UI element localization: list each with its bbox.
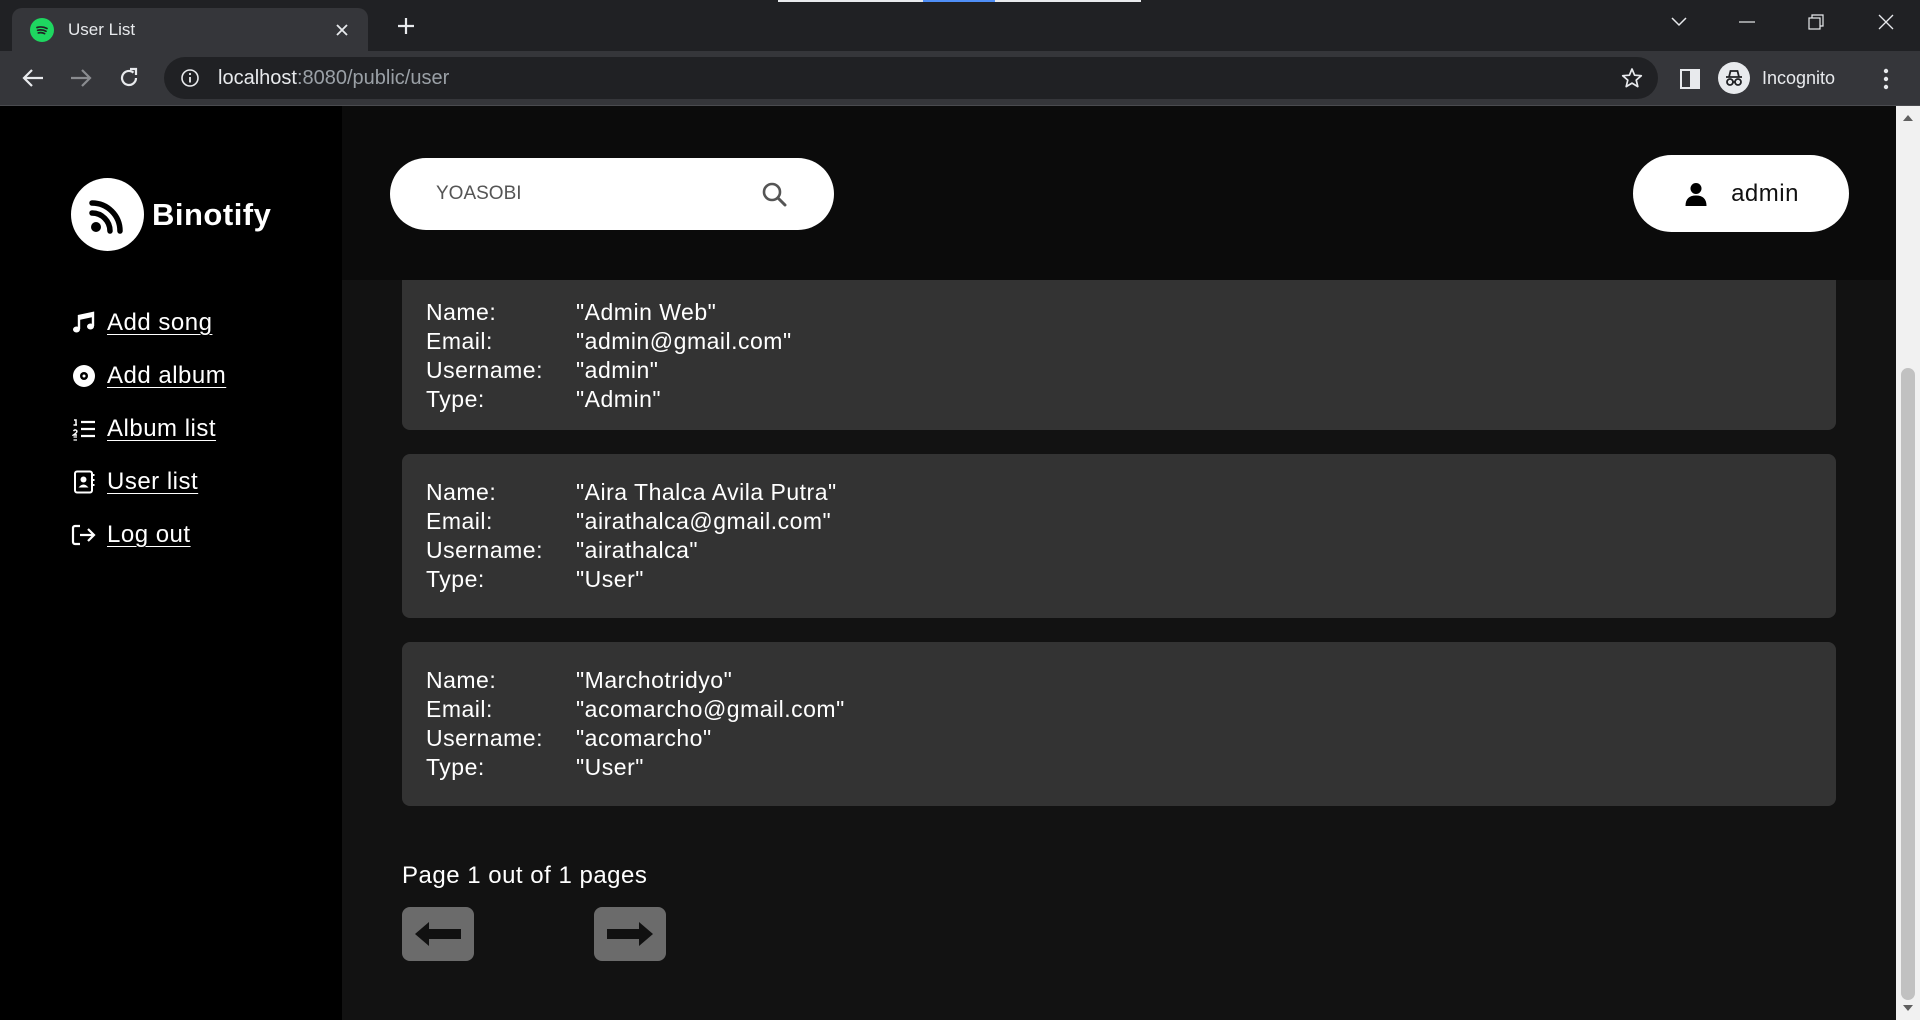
url-path: :8080/public/user bbox=[296, 66, 450, 89]
user-field-type: Type: "Admin" bbox=[426, 386, 662, 412]
user-field-type: Type: "User" bbox=[426, 754, 644, 780]
user-type: "User" bbox=[576, 754, 644, 780]
side-panel-icon[interactable] bbox=[1676, 65, 1704, 93]
user-type: "User" bbox=[576, 566, 644, 592]
minimize-icon[interactable] bbox=[1718, 0, 1776, 44]
address-bar[interactable]: localhost:8080/public/user bbox=[164, 57, 1658, 99]
close-window-icon[interactable] bbox=[1857, 0, 1915, 44]
restore-icon[interactable] bbox=[1787, 0, 1845, 44]
sidebar-item-album-list[interactable]: Album list bbox=[71, 402, 226, 455]
tab-search-chevron-icon[interactable] bbox=[1650, 0, 1708, 44]
disc-icon bbox=[71, 363, 97, 389]
sidebar-nav: Add song Add album Album list User list bbox=[71, 296, 226, 561]
site-info-icon[interactable] bbox=[178, 66, 202, 90]
browser-tab[interactable]: User List bbox=[12, 8, 368, 51]
page-viewport: Binotify Add song Add album Album list U… bbox=[0, 106, 1920, 1020]
user-button-label: admin bbox=[1731, 179, 1799, 207]
sidebar-item-user-list[interactable]: User list bbox=[71, 455, 226, 508]
arrow-left-icon bbox=[415, 922, 461, 946]
user-name: "Marchotridyo" bbox=[576, 667, 733, 693]
incognito-label: Incognito bbox=[1762, 67, 1836, 88]
scrollbar-thumb[interactable] bbox=[1901, 368, 1915, 1000]
user-field-name: Name: "Aira Thalca Avila Putra" bbox=[426, 479, 837, 505]
user-email: "airathalca@gmail.com" bbox=[576, 508, 832, 534]
browser-tab-strip: User List bbox=[0, 0, 1920, 51]
user-field-email: Email: "admin@gmail.com" bbox=[426, 328, 792, 354]
user-username: "airathalca" bbox=[576, 537, 699, 563]
user-field-username: Username: "airathalca" bbox=[426, 537, 699, 563]
prev-page-button[interactable] bbox=[402, 907, 474, 961]
numbered-list-icon bbox=[71, 416, 97, 442]
load-indicator bbox=[778, 0, 923, 2]
user-field-type: Type: "User" bbox=[426, 566, 644, 592]
sidebar-item-label: Add album bbox=[107, 361, 227, 389]
user-name: "Aira Thalca Avila Putra" bbox=[576, 479, 837, 505]
spotify-favicon-icon bbox=[30, 17, 54, 42]
user-card: Name: "Marchotridyo" Email: "acomarcho@gma… bbox=[402, 642, 1836, 806]
tab-close-icon[interactable] bbox=[330, 18, 354, 42]
user-field-username: Username: "admin" bbox=[426, 357, 659, 383]
url-host: localhost bbox=[218, 66, 297, 89]
load-indicator bbox=[995, 0, 1141, 2]
sidebar-item-label: Album list bbox=[107, 414, 217, 442]
forward-arrow-icon[interactable] bbox=[64, 61, 98, 95]
user-list: Name: "Admin Web" Email: "admin@gmail.com"… bbox=[402, 254, 1836, 830]
user-profile-button[interactable]: admin bbox=[1633, 155, 1849, 232]
scroll-up-icon[interactable] bbox=[1896, 108, 1920, 128]
sidebar-item-add-song[interactable]: Add song bbox=[71, 296, 226, 349]
brand-name: Binotify bbox=[152, 196, 272, 232]
tab-title: User List bbox=[68, 19, 136, 39]
sidebar: Binotify Add song Add album Album list U… bbox=[0, 106, 342, 1020]
user-field-name: Name: "Marchotridyo" bbox=[426, 667, 733, 693]
sidebar-item-label: Log out bbox=[107, 520, 191, 548]
browser-menu-icon[interactable] bbox=[1872, 65, 1900, 93]
incognito-profile-button[interactable]: Incognito bbox=[1718, 59, 1858, 97]
user-card: Name: "Aira Thalca Avila Putra" Email: "ai… bbox=[402, 454, 1836, 618]
search-bar[interactable] bbox=[390, 158, 834, 230]
search-input[interactable] bbox=[436, 183, 760, 205]
brand-logo[interactable]: Binotify bbox=[71, 178, 271, 251]
contact-card-icon bbox=[71, 469, 97, 495]
top-header: admin bbox=[342, 106, 1896, 280]
reload-icon[interactable] bbox=[112, 61, 146, 95]
incognito-icon bbox=[1718, 62, 1750, 94]
scroll-down-icon[interactable] bbox=[1896, 998, 1920, 1018]
arrow-right-icon bbox=[607, 922, 653, 946]
user-email: "admin@gmail.com" bbox=[576, 328, 792, 354]
sidebar-item-label: User list bbox=[107, 467, 199, 495]
sidebar-item-label: Add song bbox=[107, 308, 213, 336]
page-scrollbar[interactable] bbox=[1896, 106, 1920, 1020]
user-icon bbox=[1683, 181, 1709, 207]
user-field-name: Name: "Admin Web" bbox=[426, 299, 717, 325]
back-arrow-icon[interactable] bbox=[16, 61, 50, 95]
user-field-username: Username: "acomarcho" bbox=[426, 725, 712, 751]
user-card: Name: "Admin Web" Email: "admin@gmail.com"… bbox=[402, 254, 1836, 430]
search-icon[interactable] bbox=[760, 180, 788, 208]
main-content: admin Name:"Admin Web" Email:"admin@gmai… bbox=[342, 106, 1896, 1020]
new-tab-button[interactable] bbox=[390, 10, 422, 42]
bookmark-star-icon[interactable] bbox=[1620, 66, 1644, 90]
url-text: localhost:8080/public/user bbox=[218, 67, 449, 90]
music-note-icon bbox=[71, 310, 97, 336]
sidebar-item-log-out[interactable]: Log out bbox=[71, 508, 226, 561]
user-username: "admin" bbox=[576, 357, 659, 383]
user-username: "acomarcho" bbox=[576, 725, 712, 751]
user-email: "acomarcho@gmail.com" bbox=[576, 696, 845, 722]
user-type: "Admin" bbox=[576, 386, 662, 412]
user-field-email: Email: "acomarcho@gmail.com" bbox=[426, 696, 845, 722]
user-field-email: Email: "airathalca@gmail.com" bbox=[426, 508, 832, 534]
load-indicator bbox=[923, 0, 995, 2]
podcast-logo-icon bbox=[71, 178, 144, 251]
pagination-status: Page 1 out of 1 pages bbox=[402, 862, 648, 889]
logout-icon bbox=[71, 522, 97, 548]
browser-toolbar: localhost:8080/public/user Incognito bbox=[0, 51, 1920, 106]
sidebar-item-add-album[interactable]: Add album bbox=[71, 349, 226, 402]
next-page-button[interactable] bbox=[594, 907, 666, 961]
user-name: "Admin Web" bbox=[576, 299, 717, 325]
